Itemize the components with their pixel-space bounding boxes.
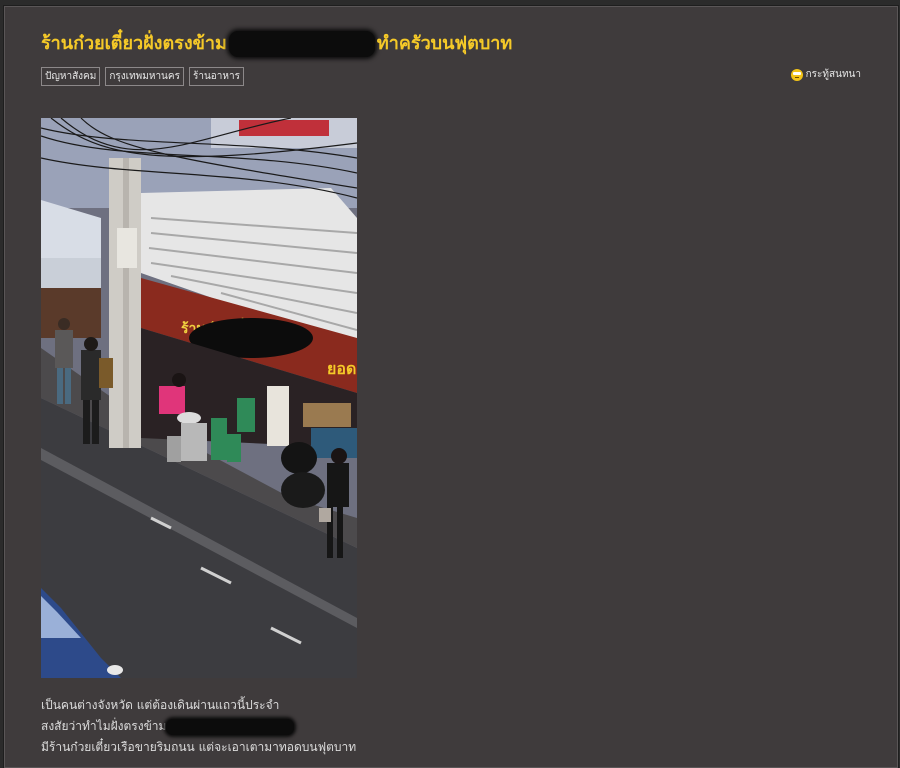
shop-sign-banner: ยอด <box>327 359 356 378</box>
tag-list: ปัญหาสังคม กรุงเทพมหานคร ร้านอาหาร <box>41 67 244 86</box>
body-line-1: เป็นคนต่างจังหวัด แต่ต้องเดินผ่านแถวนี้ป… <box>41 698 280 712</box>
title-text-end: ทำครัวบนฟุตบาท <box>376 33 513 54</box>
discussion-room-link[interactable]: กระทู้สนทนา <box>790 67 861 82</box>
confounded-face-icon <box>790 68 803 81</box>
room-label: กระทู้สนทนา <box>805 69 861 80</box>
redaction-mark-body <box>166 718 295 735</box>
title-text-start: ร้านก๋วยเตี๋ยวฝั่งตรงข้าม <box>41 33 227 54</box>
tag-restaurant[interactable]: ร้านอาหาร <box>188 67 244 86</box>
post-panel: ร้านก๋วยเตี๋ยวฝั่งตรงข้าม ทำครัวบนฟุตบาท … <box>4 6 898 768</box>
body-line-3: มีร้านก๋วยเตี๋ยวเรือขายริมถนน แต่จะเอาเต… <box>41 740 357 754</box>
body-line-2: สงสัยว่าทำไมฝั่งตรงข้าม <box>41 716 356 737</box>
post-body: เป็นคนต่างจังหวัด แต่ต้องเดินผ่านแถวนี้ป… <box>41 695 356 758</box>
tag-bangkok[interactable]: กรุงเทพมหานคร <box>105 67 184 86</box>
redaction-mark <box>228 31 375 57</box>
post-title: ร้านก๋วยเตี๋ยวฝั่งตรงข้าม ทำครัวบนฟุตบาท <box>41 31 512 57</box>
street-photo: ร้านก๋วยเตี๋ยว ยอด <box>41 118 357 678</box>
body-line-2-text: สงสัยว่าทำไมฝั่งตรงข้าม <box>41 719 167 733</box>
tag-social-issue[interactable]: ปัญหาสังคม <box>41 67 101 86</box>
